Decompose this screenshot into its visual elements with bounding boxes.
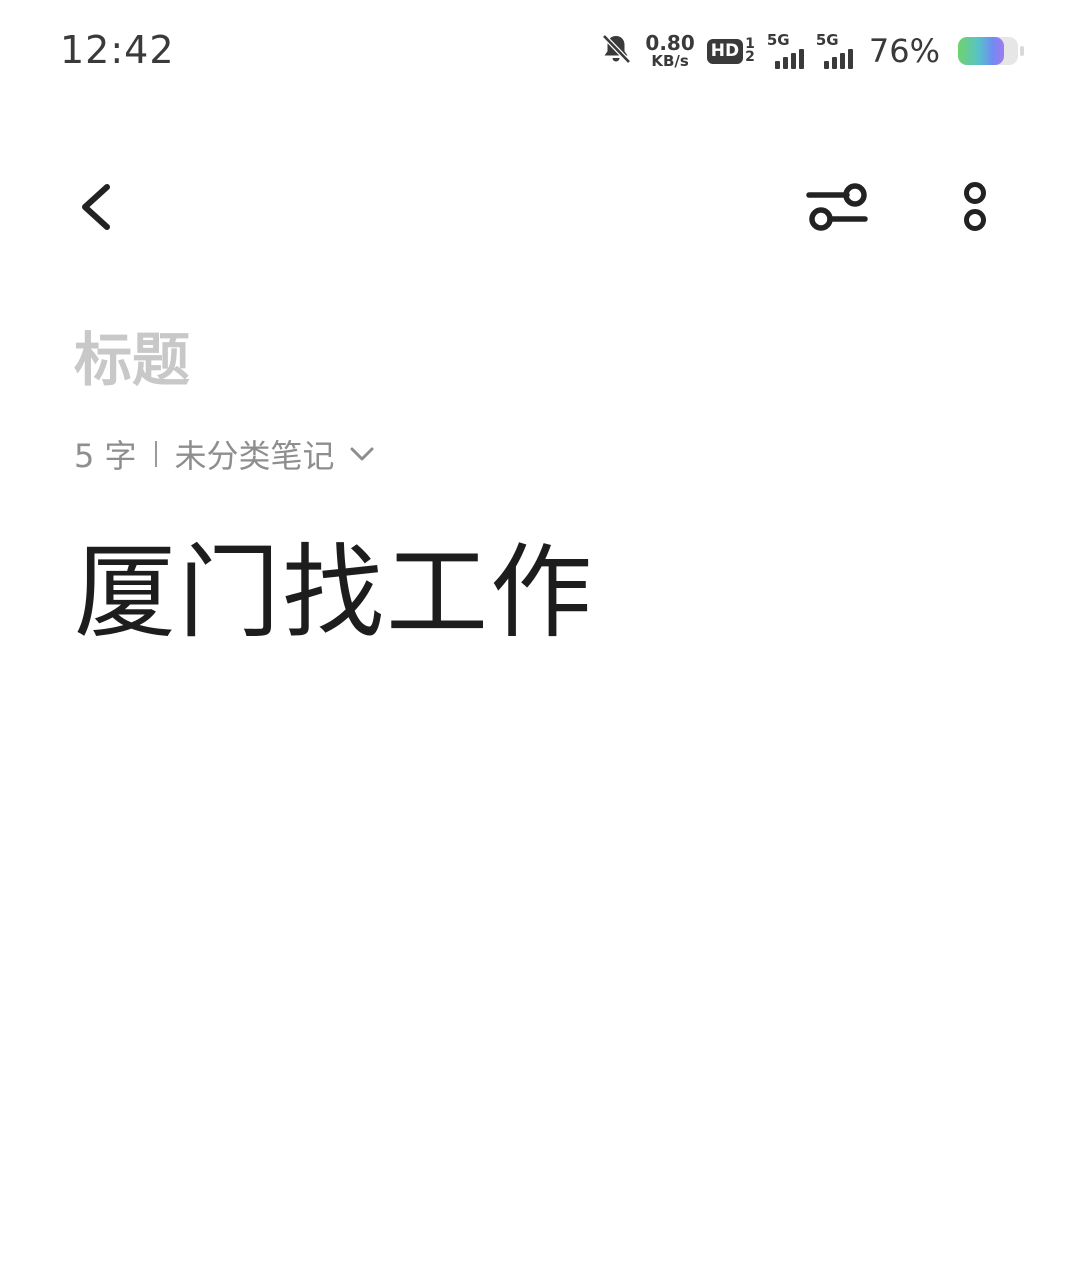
sim1-network-type: 5G <box>766 31 790 49</box>
hd-label: HD <box>706 38 744 64</box>
status-bar: 12:42 0.80 KB/s HD 1 2 5G 5G 76% <box>0 0 1080 100</box>
battery-fill <box>958 37 1004 65</box>
back-button[interactable] <box>60 174 130 244</box>
chevron-down-icon <box>349 445 375 463</box>
hd-sim-numbers: 1 2 <box>745 37 755 65</box>
meta-divider <box>154 441 157 467</box>
format-settings-icon <box>803 175 873 243</box>
more-options-button[interactable] <box>940 174 1010 244</box>
signal-5g-icon: 5G <box>816 33 853 69</box>
signal-5g-icon: 5G <box>767 33 804 69</box>
note-meta: 5 字 未分类笔记 <box>74 430 375 478</box>
sim2-network-type: 5G <box>815 31 839 49</box>
back-arrow-icon <box>73 179 117 239</box>
hd-voice-icon: HD 1 2 <box>706 37 755 65</box>
bell-muted-icon <box>599 32 633 70</box>
net-speed-value: 0.80 <box>645 31 695 55</box>
hd-sim-bottom: 2 <box>745 49 755 65</box>
format-settings-button[interactable] <box>796 174 880 244</box>
word-count: 5 字 <box>74 437 137 475</box>
note-body-editor[interactable]: 厦门找工作 <box>74 532 594 656</box>
battery-icon <box>958 37 1024 65</box>
note-title-input[interactable]: 标题 <box>74 322 190 398</box>
note-toolbar <box>0 150 1080 270</box>
status-icons: 0.80 KB/s HD 1 2 5G 5G 76% <box>599 28 1024 74</box>
category-select[interactable]: 未分类笔记 <box>175 431 375 477</box>
net-speed: 0.80 KB/s <box>645 33 694 69</box>
status-time: 12:42 <box>60 28 175 72</box>
category-label: 未分类笔记 <box>174 437 335 475</box>
net-speed-unit: KB/s <box>651 52 689 70</box>
more-vertical-icon <box>960 176 990 242</box>
battery-percent: 76% <box>868 32 940 70</box>
